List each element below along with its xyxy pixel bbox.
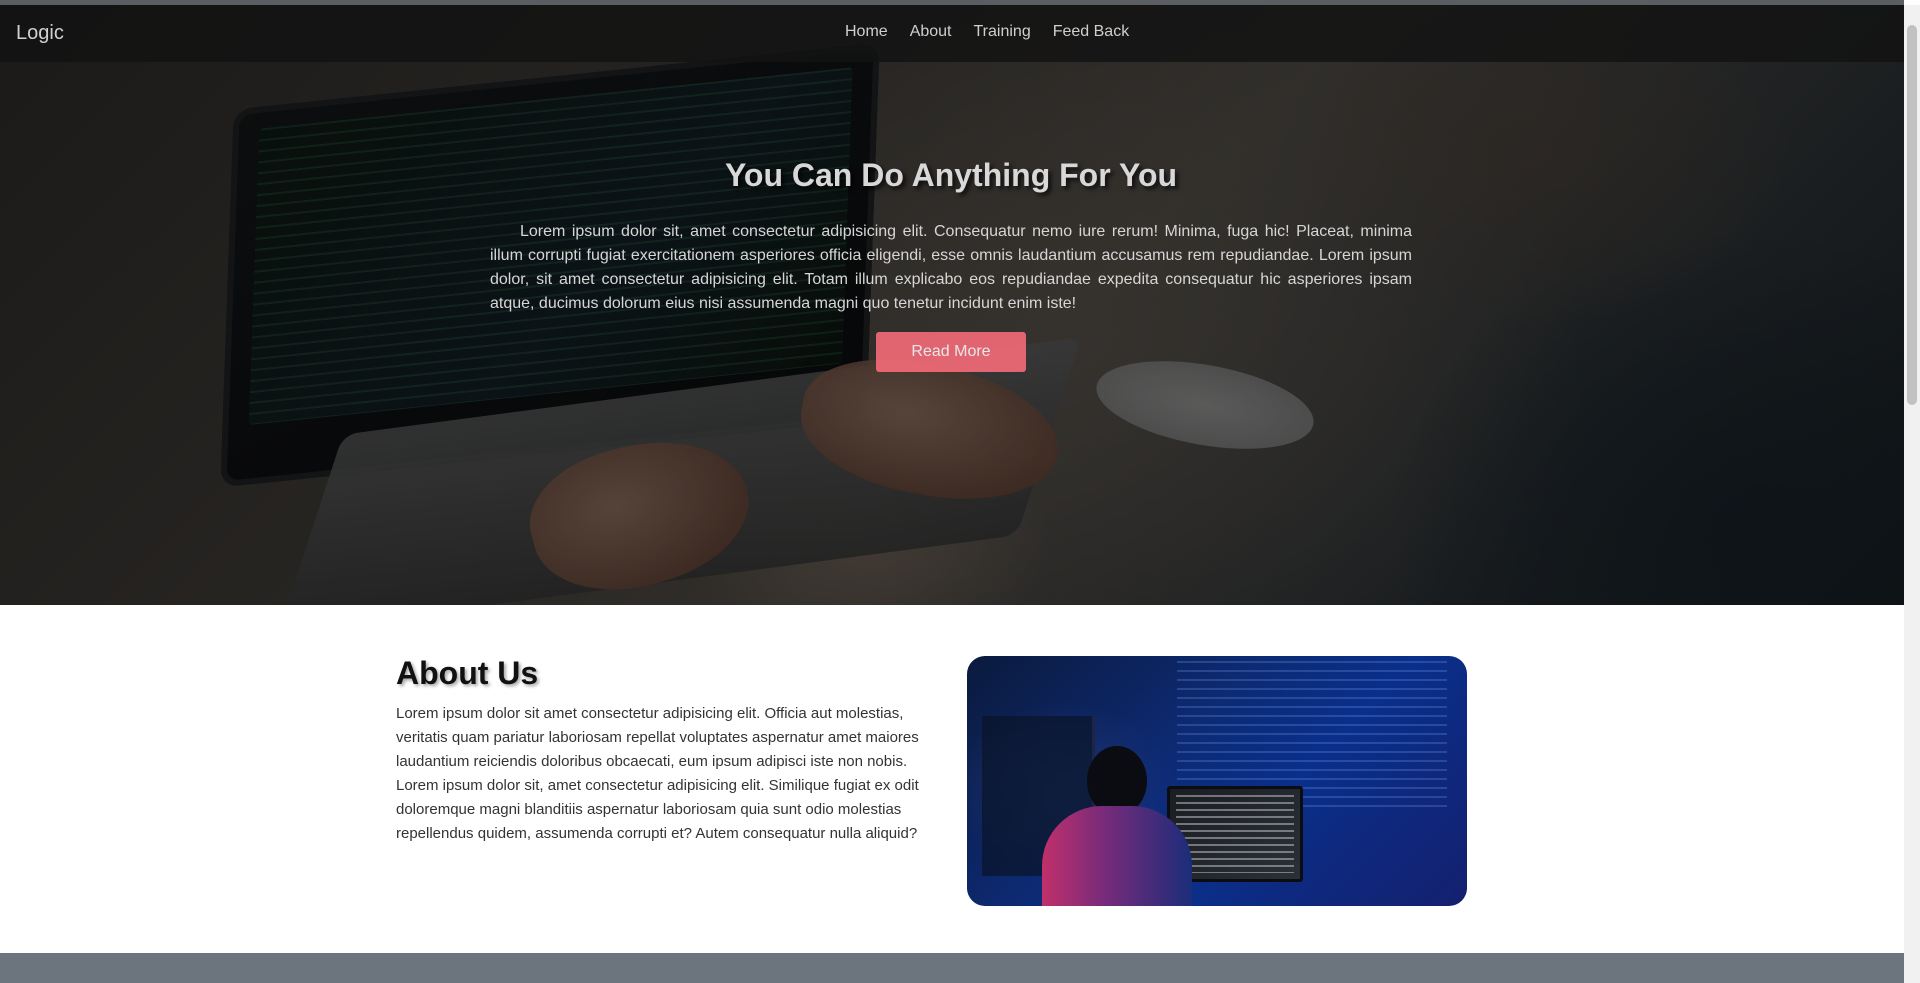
monitor-screen: [1176, 795, 1294, 873]
read-more-button[interactable]: Read More: [876, 332, 1026, 372]
navbar: Logic Home About Training Feed Back: [0, 5, 1904, 62]
about-image: [967, 656, 1467, 906]
about-section: About Us Lorem ipsum dolor sit amet cons…: [0, 605, 1904, 953]
page: You Can Do Anything For You Lorem ipsum …: [0, 0, 1904, 983]
scrollbar-thumb[interactable]: [1907, 25, 1917, 405]
hero-text: Lorem ipsum dolor sit, amet consectetur …: [490, 223, 1412, 312]
about-text: Lorem ipsum dolor sit amet consectetur a…: [396, 705, 919, 842]
person-body: [1042, 806, 1192, 906]
brand-logo[interactable]: Logic: [16, 22, 64, 45]
person-silhouette: [1042, 746, 1192, 906]
about-title: About Us: [396, 655, 539, 691]
nav-link-feedback[interactable]: Feed Back: [1053, 23, 1129, 41]
nav-link-training[interactable]: Training: [974, 23, 1031, 41]
page-scrollbar[interactable]: [1904, 5, 1920, 983]
hero-title: You Can Do Anything For You: [724, 157, 1178, 193]
hero-content: You Can Do Anything For You Lorem ipsum …: [490, 157, 1412, 372]
footer-band: [0, 953, 1904, 983]
about-text-column: About Us Lorem ipsum dolor sit amet cons…: [396, 655, 936, 846]
nav-links: Home About Training Feed Back: [845, 23, 1129, 41]
nav-link-home[interactable]: Home: [845, 23, 888, 41]
hero-section: You Can Do Anything For You Lorem ipsum …: [0, 5, 1904, 605]
nav-link-about[interactable]: About: [910, 23, 952, 41]
